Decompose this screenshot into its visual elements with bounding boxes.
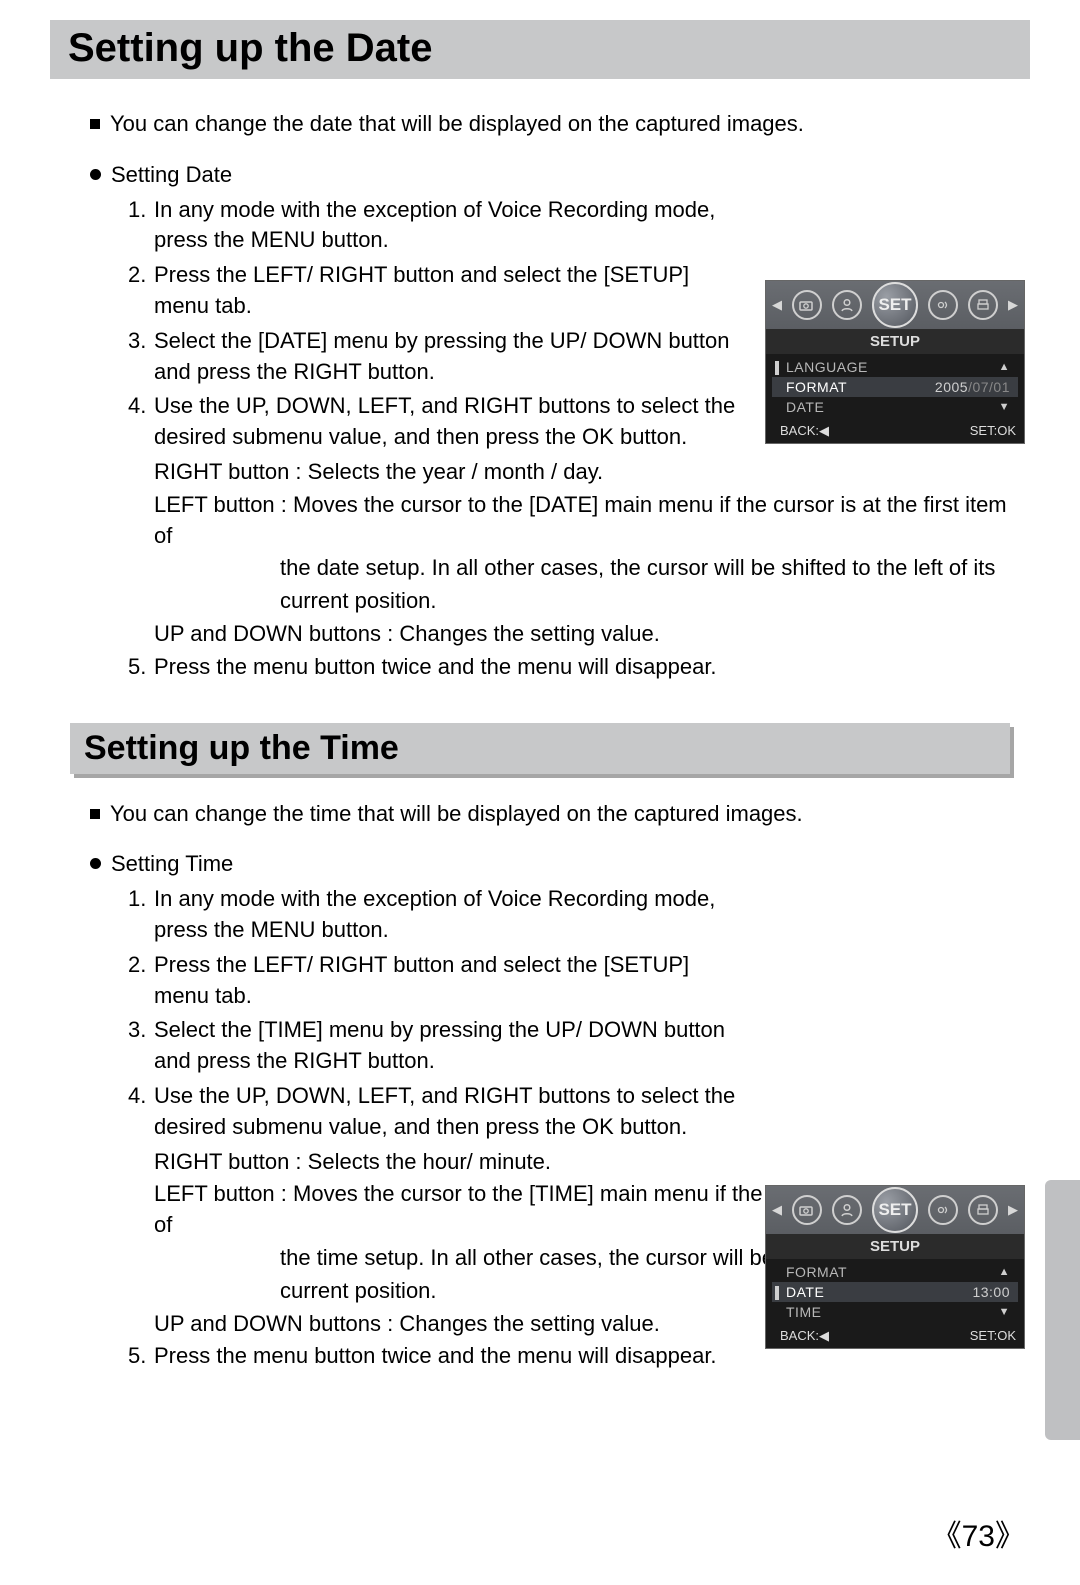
explain-updown: UP and DOWN buttons : Changes the settin… [154,619,1030,650]
explain-left: current position. [280,586,1030,617]
set-tab-icon: SET [872,1187,918,1233]
menu-value: 13:00 [972,1284,1010,1300]
step-num: 4. [128,1081,154,1143]
lcd-menu: LANGUAGE ▲ FORMAT 2005/07/01 DATE ▼ [766,354,1024,420]
sound-tab-icon [928,290,958,320]
person-tab-icon [832,1195,862,1225]
step-num: 3. [128,326,154,388]
step-text: Press the LEFT/ RIGHT button and select … [154,950,1030,1012]
print-tab-icon [968,290,998,320]
intro-time-text: You can change the time that will be dis… [110,799,803,830]
page-number: 《73》 [932,1511,1025,1555]
explain-right: RIGHT button : Selects the year / month … [154,457,1030,488]
selection-marker-icon [775,361,779,375]
menu-row-time: TIME ▼ [772,1302,1018,1322]
lcd-screenshot-time: ◀ SET ▶ SETUP FORMAT ▲ DATE 13:00 TIME ▼ [765,1185,1025,1349]
right-arrow-icon: ▶ [1008,1202,1018,1218]
lcd-setup-label: SETUP [766,1234,1024,1259]
menu-row-language: LANGUAGE ▲ [772,357,1018,377]
step-text: Use the UP, DOWN, LEFT, and RIGHT button… [154,1081,1030,1143]
up-arrow-icon: ▲ [999,1266,1010,1278]
square-bullet-icon [90,809,100,819]
step-text: Press the menu button twice and the menu… [154,652,1030,683]
round-bullet-icon [90,858,101,869]
back-label: BACK:◀ [780,1328,829,1344]
camera-tab-icon [792,1195,822,1225]
step-num: 5. [128,1341,154,1372]
menu-row-date: DATE ▼ [772,397,1018,417]
menu-row-format: FORMAT 2005/07/01 [772,377,1018,397]
down-arrow-icon: ▼ [999,401,1010,413]
lcd-screenshot-date: ◀ SET ▶ SETUP LANGUAGE ▲ FORMAT 2005/07/… [765,280,1025,444]
step-num: 2. [128,260,154,322]
up-arrow-icon: ▲ [999,361,1010,373]
round-bullet-icon [90,169,101,180]
lcd-tab-row: ◀ SET ▶ [766,281,1024,329]
sound-tab-icon [928,1195,958,1225]
step-num: 4. [128,391,154,453]
menu-label: DATE [786,1284,824,1300]
ok-label: SET:OK [970,1328,1016,1344]
lcd-footer: BACK:◀ SET:OK [766,1325,1024,1348]
back-label: BACK:◀ [780,423,829,439]
menu-label: DATE [786,399,824,415]
selection-marker-icon [775,1286,779,1300]
page-title: Setting up the Date [50,20,1030,79]
lcd-menu: FORMAT ▲ DATE 13:00 TIME ▼ [766,1259,1024,1325]
menu-value: 2005/07/01 [935,379,1010,395]
ok-label: SET:OK [970,423,1016,439]
set-tab-icon: SET [872,282,918,328]
left-arrow-icon: ◀ [772,297,782,313]
menu-row-date: DATE 13:00 [772,1282,1018,1302]
right-arrow-icon: ▶ [1008,297,1018,313]
side-tab [1045,1180,1080,1440]
person-tab-icon [832,290,862,320]
left-arrow-icon: ◀ [772,1202,782,1218]
explain-right: RIGHT button : Selects the hour/ minute. [154,1147,1030,1178]
step-num: 5. [128,652,154,683]
step-num: 2. [128,950,154,1012]
print-tab-icon [968,1195,998,1225]
step-num: 1. [128,195,154,257]
explain-left: LEFT button : Moves the cursor to the [D… [154,490,1030,552]
lcd-tab-row: ◀ SET ▶ [766,1186,1024,1234]
step-text: In any mode with the exception of Voice … [154,195,1030,257]
subtitle-date: Setting Date [111,160,232,191]
explain-left: the date setup. In all other cases, the … [280,553,1030,584]
subtitle-time: Setting Time [111,849,233,880]
menu-label: LANGUAGE [786,359,868,375]
intro-date-text: You can change the date that will be dis… [110,109,804,140]
camera-tab-icon [792,290,822,320]
step-text: Select the [TIME] menu by pressing the U… [154,1015,1030,1077]
down-arrow-icon: ▼ [999,1306,1010,1318]
menu-label: FORMAT [786,1264,847,1280]
square-bullet-icon [90,119,100,129]
menu-row-format: FORMAT ▲ [772,1262,1018,1282]
menu-label: FORMAT [786,379,847,395]
lcd-footer: BACK:◀ SET:OK [766,420,1024,443]
menu-label: TIME [786,1304,821,1320]
section-heading-time: Setting up the Time [70,723,1010,774]
step-num: 1. [128,884,154,946]
lcd-setup-label: SETUP [766,329,1024,354]
step-text: In any mode with the exception of Voice … [154,884,1030,946]
step-num: 3. [128,1015,154,1077]
